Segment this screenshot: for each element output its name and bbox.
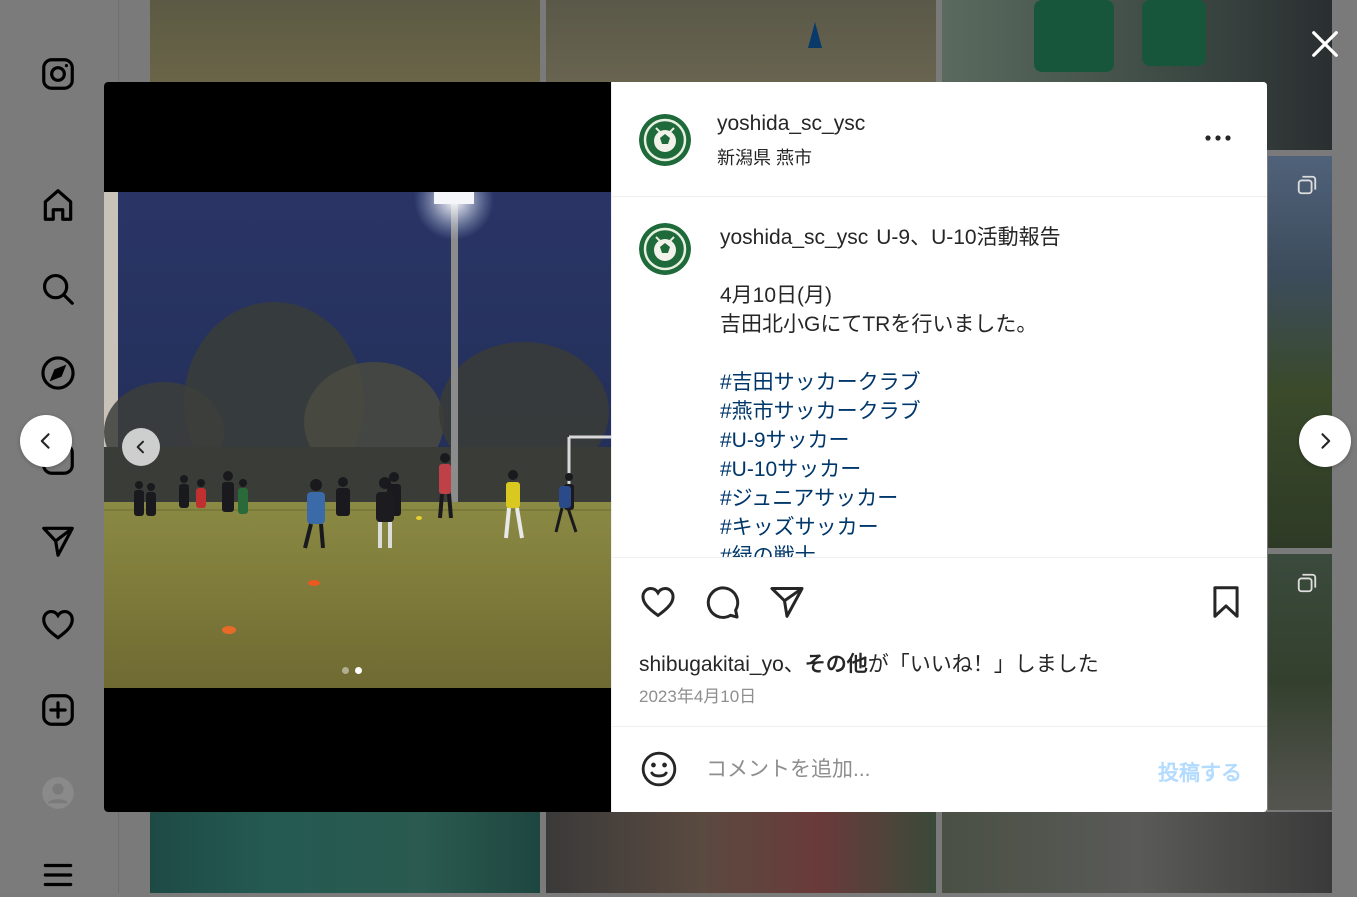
likes-summary: shibugakitai_yo、その他が「いいね！」しました: [639, 648, 1099, 678]
caption-line: yoshida_sc_ysc U-9、U-10活動報告: [720, 223, 1240, 252]
post-date[interactable]: 2023年4月10日: [639, 682, 756, 707]
grid-post-tile[interactable]: [942, 812, 1332, 893]
heart-icon: [641, 587, 675, 618]
share-button[interactable]: [767, 582, 807, 622]
comment-icon: [706, 586, 740, 619]
carousel-dot: [342, 667, 349, 674]
profile-avatar[interactable]: [36, 771, 80, 815]
next-post-button[interactable]: [1299, 415, 1351, 467]
comment-composer: 投稿する: [612, 726, 1267, 812]
direct-icon[interactable]: [36, 519, 80, 563]
grid-post-tile[interactable]: [546, 0, 936, 82]
menu-icon[interactable]: [36, 853, 80, 897]
grid-post-tile[interactable]: [150, 812, 540, 893]
caption-username[interactable]: yoshida_sc_ysc: [720, 226, 868, 249]
home-icon[interactable]: [36, 183, 80, 227]
club-logo-icon: [639, 223, 691, 275]
comment-button[interactable]: [702, 582, 742, 622]
post-location[interactable]: 新潟県 燕市: [717, 144, 865, 170]
hashtag-link[interactable]: #緑の戦士: [720, 542, 1240, 557]
chevron-left-icon: [136, 440, 144, 454]
emoji-picker-button[interactable]: [639, 749, 679, 789]
hashtag-link[interactable]: #吉田サッカークラブ: [720, 368, 1240, 397]
liked-by-suffix: が「いいね！」しました: [867, 653, 1099, 676]
multiple-posts-icon: [1297, 175, 1317, 195]
caption-text: 4月10日(月): [720, 284, 833, 307]
carousel-dot-active: [355, 667, 362, 674]
grid-post-tile[interactable]: [1268, 554, 1332, 810]
grid-post-tile[interactable]: [150, 0, 540, 82]
direct-share-icon: [770, 587, 804, 618]
chevron-right-icon: [1321, 433, 1331, 449]
hashtag-link[interactable]: #キッズサッカー: [720, 513, 1240, 542]
caption-section: yoshida_sc_ysc U-9、U-10活動報告 4月10日(月) 吉田北小…: [612, 197, 1267, 557]
chevron-left-icon: [40, 433, 50, 449]
grid-post-tile[interactable]: [546, 812, 936, 893]
grid-post-tile[interactable]: [1268, 156, 1332, 548]
save-button[interactable]: [1206, 582, 1246, 622]
post-header: yoshida_sc_ysc 新潟県 燕市: [612, 82, 1267, 197]
hashtag-link[interactable]: #U-9サッカー: [720, 426, 1240, 455]
carousel-indicator: [342, 667, 362, 674]
close-icon: [1312, 31, 1338, 57]
explore-icon[interactable]: [36, 351, 80, 395]
post-details-panel: yoshida_sc_ysc 新潟県 燕市 yoshida_sc_ysc U-9、…: [611, 82, 1267, 812]
close-button[interactable]: [1307, 26, 1343, 62]
comment-input[interactable]: [704, 749, 1128, 791]
more-options-button[interactable]: [1200, 126, 1236, 150]
heart-icon[interactable]: [36, 603, 80, 647]
hashtag-link[interactable]: #ジュニアサッカー: [720, 484, 1240, 513]
hashtag-link[interactable]: #U-10サッカー: [720, 455, 1240, 484]
instagram-logo-icon[interactable]: [36, 52, 80, 96]
carousel-previous-button[interactable]: [122, 428, 160, 466]
post-media: [104, 82, 611, 812]
search-icon[interactable]: [36, 267, 80, 311]
post-caption: yoshida_sc_ysc U-9、U-10活動報告 4月10日(月) 吉田北小…: [720, 223, 1240, 557]
emoji-smile-icon: [641, 751, 677, 787]
bookmark-icon: [1213, 586, 1239, 618]
post-photo: [104, 192, 611, 688]
multiple-posts-icon: [1297, 573, 1317, 593]
caption-text: 吉田北小GにてTRを行いました。: [720, 313, 1038, 336]
post-actions: [612, 557, 1267, 619]
like-button[interactable]: [638, 582, 678, 622]
author-avatar[interactable]: [639, 114, 691, 166]
more-horizontal-icon: [1205, 135, 1231, 141]
post-comment-button[interactable]: 投稿する: [1158, 757, 1242, 787]
soccer-training-photo: [104, 192, 611, 688]
previous-post-button[interactable]: [20, 415, 72, 467]
liked-by-others-link[interactable]: その他: [805, 653, 868, 676]
post-author-info: yoshida_sc_ysc 新潟県 燕市: [717, 112, 865, 170]
club-logo-icon: [639, 114, 691, 166]
caption-text: U-9、U-10活動報告: [876, 226, 1061, 249]
hashtag-link[interactable]: #燕市サッカークラブ: [720, 397, 1240, 426]
create-icon[interactable]: [36, 688, 80, 732]
liked-by-separator: 、: [783, 653, 805, 676]
liked-by-username[interactable]: shibugakitai_yo: [639, 653, 784, 676]
author-username[interactable]: yoshida_sc_ysc: [717, 112, 865, 136]
post-modal: yoshida_sc_ysc 新潟県 燕市 yoshida_sc_ysc U-9、…: [104, 82, 1267, 812]
caption-author-avatar[interactable]: [639, 223, 691, 275]
